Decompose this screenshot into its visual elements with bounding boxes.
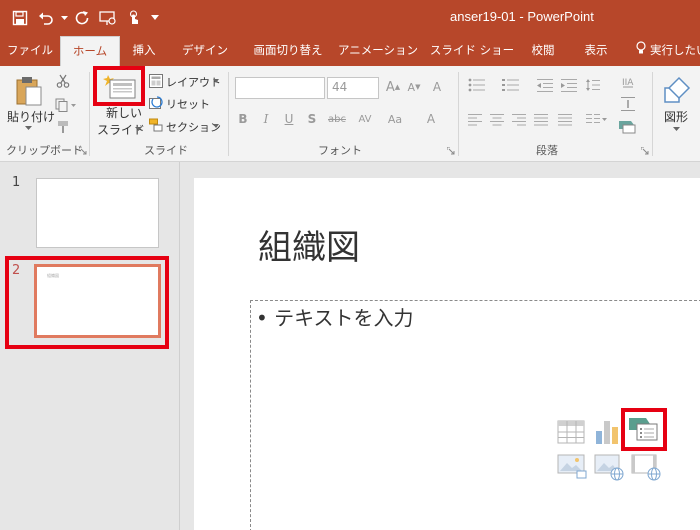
tab-transitions[interactable]: 画面切り替え <box>244 36 332 66</box>
font-size-box[interactable]: 44 <box>327 77 379 99</box>
tab-review[interactable]: 校閲 <box>522 36 564 66</box>
strikethrough-icon[interactable]: abc <box>326 110 348 128</box>
change-case-icon[interactable]: Aa <box>382 110 408 128</box>
tell-me-label: 実行したい <box>650 43 700 57</box>
align-right-icon[interactable] <box>510 111 528 129</box>
increase-indent-icon[interactable] <box>559 76 579 94</box>
quick-access-toolbar <box>8 7 162 29</box>
slides-group-label: スライド <box>144 144 188 157</box>
grow-font-icon[interactable]: A ▲ <box>384 78 402 96</box>
lightbulb-icon <box>636 37 646 65</box>
group-separator <box>228 72 229 156</box>
numbering-icon[interactable] <box>500 76 522 94</box>
tab-slideshow[interactable]: スライド ショー <box>424 36 520 66</box>
distributed-icon[interactable] <box>556 111 574 129</box>
bold-icon[interactable]: B <box>236 110 250 128</box>
undo-icon[interactable] <box>34 7 58 29</box>
font-size-value: 44 <box>332 80 348 94</box>
new-slide-label-line1[interactable]: 新しい <box>106 104 142 121</box>
smartart-convert-icon[interactable] <box>618 118 642 136</box>
title-bar: anser19-01 - PowerPoint <box>0 0 700 36</box>
start-slideshow-icon[interactable] <box>96 7 120 29</box>
bullets-icon[interactable] <box>466 76 488 94</box>
clipboard-launcher-icon[interactable] <box>78 146 88 156</box>
new-slide-highlight <box>93 66 145 106</box>
insert-chart-icon[interactable] <box>592 416 622 446</box>
slide-title[interactable]: 組織図 <box>258 220 360 269</box>
tab-animations[interactable]: アニメーション <box>334 36 422 66</box>
paste-label[interactable]: 貼り付け <box>7 108 55 125</box>
tab-design[interactable]: デザイン <box>170 36 240 66</box>
redo-icon[interactable] <box>70 7 94 29</box>
shrink-font-icon[interactable]: A ▼ <box>405 78 423 96</box>
italic-icon[interactable]: I <box>259 110 273 128</box>
save-icon[interactable] <box>8 7 32 29</box>
paste-icon[interactable] <box>12 74 46 108</box>
copy-icon[interactable] <box>54 96 78 114</box>
text-shadow-icon[interactable]: S <box>305 110 319 128</box>
align-text-icon[interactable] <box>620 96 636 112</box>
tab-view[interactable]: 表示 <box>572 36 620 66</box>
new-slide-dropdown-icon[interactable] <box>134 126 142 132</box>
section-icon[interactable] <box>148 117 164 133</box>
reset-label[interactable]: リセット <box>166 96 210 112</box>
slide-1-thumbnail[interactable] <box>36 178 159 248</box>
reset-icon[interactable] <box>148 95 164 111</box>
insert-table-icon[interactable] <box>556 418 586 446</box>
layout-icon[interactable] <box>148 73 164 89</box>
group-separator <box>89 72 90 156</box>
shapes-dropdown-icon[interactable] <box>672 126 680 132</box>
character-spacing-icon[interactable]: AV <box>352 110 378 128</box>
format-painter-icon[interactable] <box>54 118 72 136</box>
insert-online-picture-icon[interactable] <box>593 452 625 482</box>
shapes-icon[interactable] <box>660 74 694 106</box>
layout-dropdown-icon[interactable] <box>212 78 220 84</box>
touch-mode-icon[interactable] <box>122 7 146 29</box>
align-center-icon[interactable] <box>488 111 506 129</box>
font-color-icon[interactable]: A <box>418 110 444 128</box>
justify-icon[interactable] <box>532 111 550 129</box>
smartart-highlight <box>621 408 667 451</box>
section-dropdown-icon[interactable] <box>212 123 220 129</box>
slide-1-number: 1 <box>12 175 21 190</box>
undo-dropdown-icon[interactable] <box>60 7 68 29</box>
content-placeholder-text[interactable]: • テキストを入力 <box>256 302 414 331</box>
line-spacing-icon[interactable] <box>584 76 602 94</box>
group-separator <box>458 72 459 156</box>
group-separator <box>652 72 653 156</box>
clipboard-group-label: クリップボード <box>6 144 83 157</box>
shapes-label[interactable]: 図形 <box>664 108 688 125</box>
ribbon-tabs: ファイル ホーム 挿入 デザイン 画面切り替え アニメーション スライド ショー… <box>0 36 700 67</box>
tab-file[interactable]: ファイル <box>2 36 58 66</box>
insert-video-icon[interactable] <box>630 452 662 482</box>
columns-icon[interactable] <box>584 111 610 129</box>
font-launcher-icon[interactable] <box>446 146 456 156</box>
paragraph-launcher-icon[interactable] <box>640 146 650 156</box>
cut-icon[interactable] <box>54 72 72 90</box>
paste-dropdown-icon[interactable] <box>20 124 36 132</box>
window-title: anser19-01 - PowerPoint <box>450 9 594 24</box>
underline-icon[interactable]: U <box>282 110 296 128</box>
tab-home[interactable]: ホーム <box>60 36 120 67</box>
customize-qat-icon[interactable] <box>148 7 162 29</box>
tell-me-search[interactable]: 実行したい <box>626 36 700 66</box>
decrease-indent-icon[interactable] <box>535 76 555 94</box>
text-direction-icon[interactable]: IIA <box>620 74 636 92</box>
insert-picture-icon[interactable] <box>556 452 588 482</box>
tab-insert[interactable]: 挿入 <box>122 36 166 66</box>
font-name-box[interactable] <box>235 77 325 99</box>
slide-2-highlight <box>5 256 169 349</box>
paragraph-group-label: 段落 <box>536 144 558 157</box>
align-left-icon[interactable] <box>466 111 484 129</box>
font-group-label: フォント <box>318 144 362 157</box>
clear-formatting-icon[interactable]: A <box>428 78 446 96</box>
